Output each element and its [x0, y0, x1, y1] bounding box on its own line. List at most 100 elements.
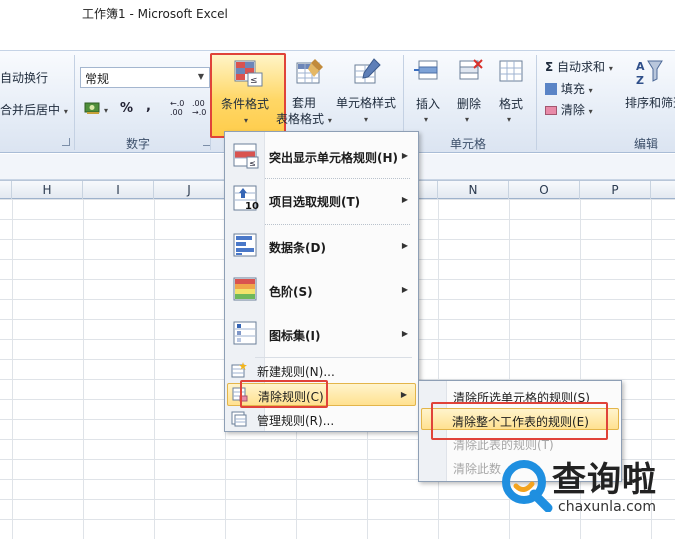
- grid-line: [154, 199, 155, 539]
- svg-text:A: A: [636, 60, 645, 73]
- merge-center-label: 合并后居中: [0, 103, 61, 117]
- watermark: 查询啦 chaxunla.com: [500, 452, 675, 539]
- number-group-label: 数字: [126, 137, 151, 151]
- insert-cells-button[interactable]: 插入 ▾: [408, 53, 448, 133]
- format-table-label-2: 表格格式 ▾: [276, 110, 332, 127]
- new-rule-icon: [231, 362, 247, 378]
- submenu-arrow-icon: ▶: [401, 241, 408, 250]
- group-separator: [74, 55, 75, 150]
- increase-decimal-icon[interactable]: ←.0 .00: [170, 99, 184, 117]
- manage-rules-icon: [231, 411, 247, 427]
- column-header-i[interactable]: I: [83, 181, 154, 199]
- chevron-down-icon: ▾: [465, 115, 470, 124]
- menu-item-new-rule[interactable]: 新建规则(N)...: [227, 359, 416, 381]
- column-header-p[interactable]: P: [580, 181, 651, 199]
- clear-button[interactable]: 清除 ▾: [545, 101, 593, 118]
- menu-item-icon-sets[interactable]: 图标集(I) ▶: [227, 314, 416, 354]
- submenu-arrow-icon: ▶: [400, 390, 407, 399]
- autosum-label: 自动求和: [557, 60, 606, 74]
- submenu-arrow-icon: ▶: [401, 195, 408, 204]
- grid-line: [83, 199, 84, 539]
- column-header-o[interactable]: O: [509, 181, 580, 199]
- column-header-j[interactable]: J: [154, 181, 225, 199]
- format-cells-button[interactable]: 格式 ▾: [490, 53, 532, 133]
- chevron-down-icon: ▾: [507, 115, 512, 124]
- alignment-launcher-icon[interactable]: [62, 138, 70, 146]
- color-scales-icon: [233, 277, 259, 303]
- menu-label: 新建规则(N)...: [257, 365, 335, 379]
- chevron-down-icon: ▾: [588, 86, 593, 95]
- insert-cells-icon: [413, 57, 443, 87]
- eraser-icon: [545, 106, 557, 115]
- menu-label: 项目选取规则(T): [269, 195, 361, 209]
- column-header-partial[interactable]: [0, 181, 12, 199]
- magnifier-logo-icon: [500, 458, 554, 513]
- column-header-h[interactable]: H: [12, 181, 83, 199]
- insert-label: 插入: [416, 97, 441, 111]
- menu-label: 色阶(S): [269, 285, 313, 299]
- highlight-cells-icon: ≤: [233, 143, 259, 169]
- autosum-button[interactable]: Σ 自动求和 ▾: [545, 58, 613, 75]
- sigma-icon: Σ: [545, 60, 554, 74]
- decrease-decimal-icon[interactable]: .00 →.0: [192, 99, 206, 117]
- currency-dropdown-icon[interactable]: ▾: [104, 106, 108, 115]
- menu-label: 图标集(I): [269, 329, 321, 343]
- watermark-name: 查询啦: [552, 460, 657, 500]
- chevron-down-icon: ▾: [327, 116, 332, 125]
- menu-item-manage-rules[interactable]: 管理规则(R)...: [227, 408, 416, 430]
- clear-label: 清除: [560, 103, 585, 117]
- delete-cells-button[interactable]: 删除 ▾: [448, 53, 490, 133]
- data-bars-icon: [233, 233, 259, 259]
- chevron-down-icon: ▾: [608, 64, 613, 73]
- delete-label: 删除: [457, 97, 482, 111]
- column-header-n[interactable]: N: [438, 181, 509, 199]
- format-table-label-1: 套用: [292, 96, 317, 110]
- menu-label: 数据条(D): [269, 241, 326, 255]
- cells-group-label: 单元格: [450, 137, 487, 151]
- icon-sets-icon: [233, 321, 259, 347]
- fill-down-icon: [545, 83, 557, 95]
- title-bar: 工作簿1 - Microsoft Excel: [0, 0, 675, 50]
- menu-item-highlight-cells-rules[interactable]: ≤ 突出显示单元格规则(H) ▶: [227, 136, 416, 176]
- number-format-value: 常规: [85, 72, 110, 86]
- top10-number: 10: [245, 201, 259, 212]
- menu-item-color-scales[interactable]: 色阶(S) ▶: [227, 270, 416, 310]
- annotation-highlight-box: [240, 380, 328, 408]
- window-title: 工作簿1 - Microsoft Excel: [82, 7, 228, 21]
- watermark-url: chaxunla.com: [558, 499, 656, 515]
- table-format-icon: [295, 57, 325, 87]
- fill-button[interactable]: 填充 ▾: [545, 80, 593, 97]
- menu-label: 管理规则(R)...: [257, 414, 335, 428]
- merge-center-button[interactable]: 合并后居中 ▾: [0, 101, 68, 118]
- cell-styles-icon: [352, 57, 382, 87]
- menu-item-data-bars[interactable]: 数据条(D) ▶: [227, 226, 416, 266]
- cell-styles-button[interactable]: 单元格样式 ▾: [334, 53, 400, 138]
- grid-line: [12, 199, 13, 539]
- chevron-down-icon: ▾: [588, 107, 593, 116]
- annotation-highlight-box: [210, 53, 286, 138]
- grid-line: [438, 199, 439, 539]
- submenu-arrow-icon: ▶: [401, 329, 408, 338]
- format-as-table-button[interactable]: 套用 表格格式 ▾: [276, 53, 334, 138]
- svg-text:≤: ≤: [249, 159, 256, 168]
- menu-separator: [265, 224, 410, 225]
- top10-icon: 10: [233, 185, 259, 212]
- sort-filter-icon: A Z: [634, 57, 664, 87]
- annotation-highlight-box: [431, 402, 608, 440]
- chevron-down-icon: ▾: [424, 115, 429, 124]
- menu-label: 突出显示单元格规则(H): [269, 151, 399, 165]
- chevron-down-icon: ▼: [197, 72, 204, 81]
- submenu-arrow-icon: ▶: [401, 285, 408, 294]
- delete-cells-icon: [454, 57, 484, 87]
- wrap-text-button[interactable]: 自动换行: [0, 69, 48, 86]
- menu-separator: [265, 178, 410, 179]
- format-table-label-2-text: 表格格式: [276, 112, 325, 126]
- menu-item-top-bottom-rules[interactable]: 10 项目选取规则(T) ▶: [227, 180, 416, 220]
- number-format-combo[interactable]: 常规 ▼: [80, 67, 210, 88]
- currency-icon[interactable]: [84, 101, 102, 115]
- comma-button[interactable]: ,: [146, 99, 151, 114]
- sort-filter-button[interactable]: A Z 排序和筛选: [624, 53, 675, 133]
- format-cells-icon: [496, 57, 526, 87]
- svg-text:Z: Z: [636, 74, 644, 87]
- percent-button[interactable]: %: [120, 101, 133, 116]
